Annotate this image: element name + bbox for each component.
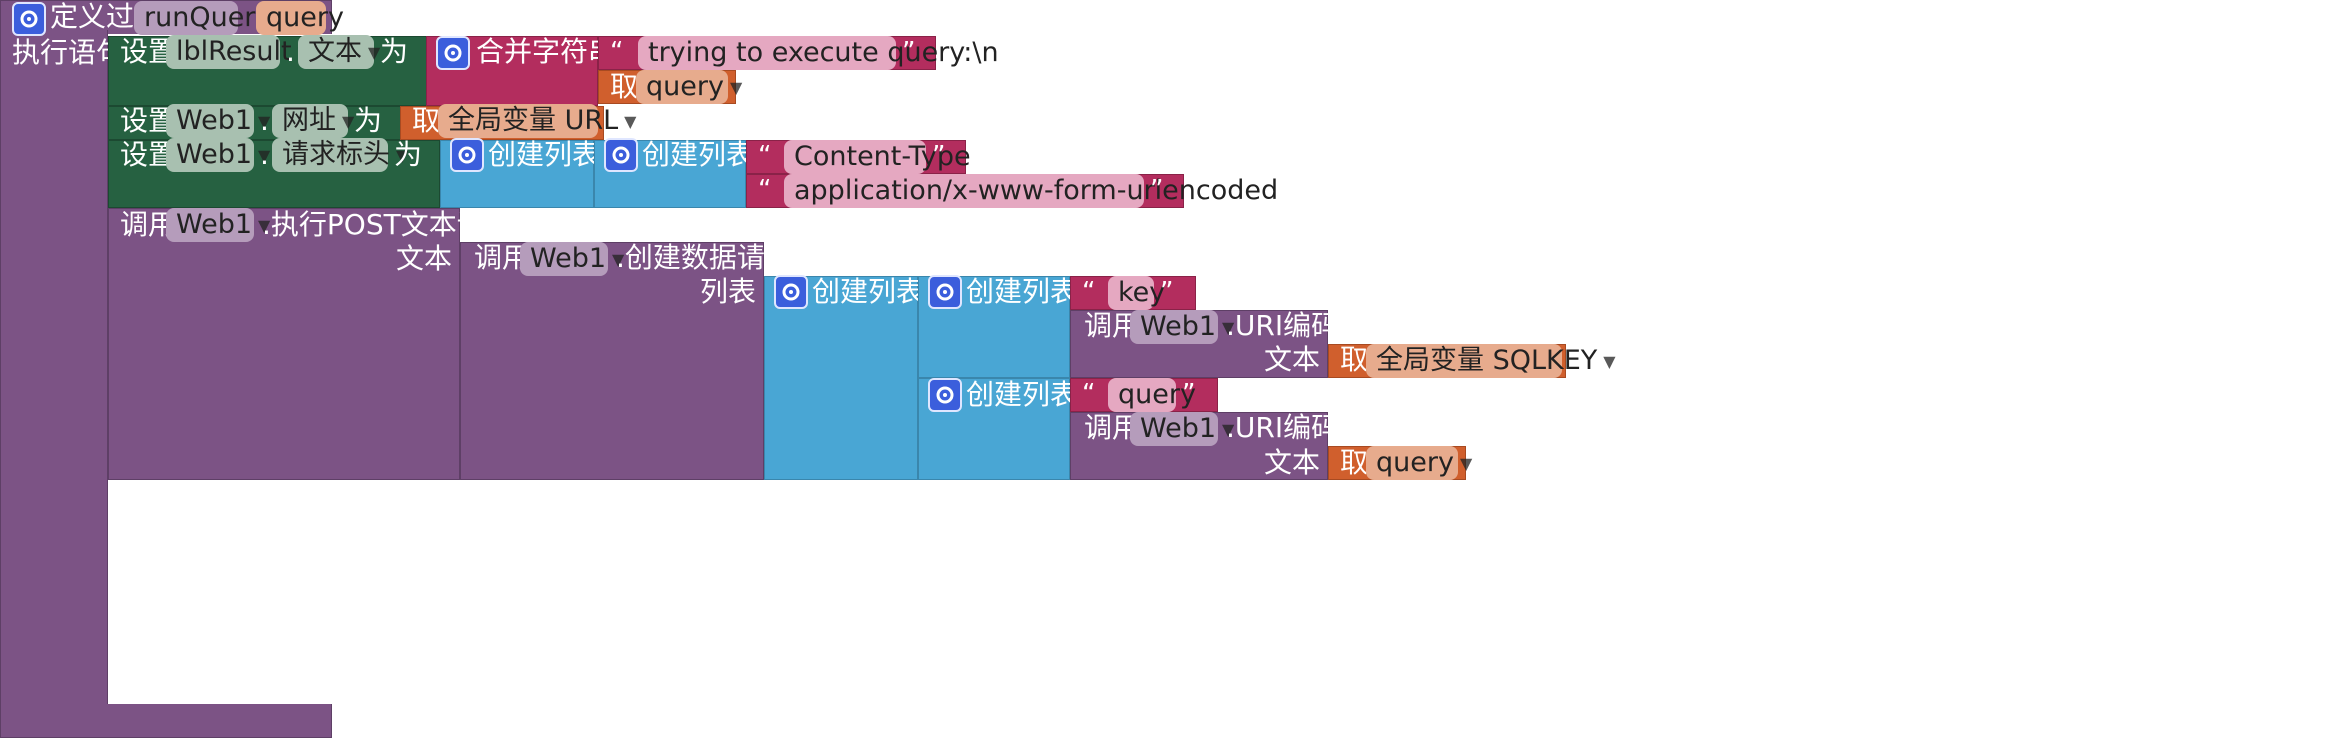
open-quote: “ <box>1082 379 1096 409</box>
make-list-label: 创建列表 <box>642 138 755 171</box>
gear-icon[interactable] <box>12 2 46 36</box>
var-dropdown[interactable]: query ▼ <box>1366 446 1472 480</box>
property-label: 文本 <box>308 36 362 67</box>
var-label: 全局变量 SQLKEY <box>1376 345 1598 376</box>
open-quote: “ <box>610 37 624 67</box>
make-list-label: 创建列表 <box>966 378 1079 411</box>
arg-list-label: 列表 <box>700 275 757 308</box>
close-quote: ” <box>1150 175 1164 205</box>
gear-icon[interactable] <box>604 138 638 172</box>
arg-text-label: 文本 <box>396 242 453 275</box>
gear-icon[interactable] <box>928 275 962 309</box>
component-dropdown[interactable]: Web1 ▼ <box>166 208 270 242</box>
to-label: 为 <box>380 35 409 68</box>
var-dropdown[interactable]: 全局变量 URL ▼ <box>438 104 636 138</box>
property-label: 请求标头 <box>282 139 390 170</box>
text-field[interactable]: query <box>1108 378 1196 412</box>
make-list-label: 创建列表 <box>488 138 601 171</box>
gear-icon[interactable] <box>436 36 470 70</box>
var-label: query <box>1376 447 1454 478</box>
chevron-down-icon: ▼ <box>368 42 381 62</box>
gear-icon[interactable] <box>450 138 484 172</box>
text-field[interactable]: Content-Type <box>784 140 971 174</box>
var-dropdown[interactable]: query ▼ <box>636 70 742 104</box>
component-label: lblResult <box>176 36 292 67</box>
close-quote: ” <box>932 141 946 171</box>
chevron-down-icon: ▼ <box>342 111 355 131</box>
component-dropdown[interactable]: lblResult▼ <box>166 35 310 69</box>
method-label: .URI编码 <box>1226 309 1340 342</box>
var-label: query <box>646 71 724 102</box>
component-label: Web1 <box>1140 311 1217 342</box>
gear-icon[interactable] <box>774 275 808 309</box>
var-label: 全局变量 URL <box>448 105 619 136</box>
make-list-label: 创建列表 <box>812 275 925 308</box>
open-quote: “ <box>758 141 772 171</box>
property-dropdown[interactable]: 文本 ▼ <box>298 35 380 69</box>
component-dropdown[interactable]: Web1 ▼ <box>166 138 270 172</box>
gear-icon[interactable] <box>928 378 962 412</box>
component-label: Web1 <box>176 139 253 170</box>
method-label: .URI编码 <box>1226 411 1340 444</box>
dot-label: . <box>260 104 269 137</box>
chevron-down-icon: ▼ <box>1459 453 1473 473</box>
component-label: Web1 <box>1140 413 1217 444</box>
get-label: 取 <box>1340 343 1369 376</box>
component-dropdown[interactable]: Web1 ▼ <box>1130 310 1234 344</box>
procedure-body <box>0 30 108 738</box>
arg-text-label: 文本 <box>1264 343 1321 376</box>
arg-text-label: 文本 <box>1264 446 1321 479</box>
chevron-down-icon: ▼ <box>624 111 637 131</box>
var-dropdown[interactable]: 全局变量 SQLKEY ▼ <box>1366 344 1616 378</box>
dot-label: . <box>260 138 269 171</box>
to-label: 为 <box>354 104 383 137</box>
chevron-down-icon: ▼ <box>729 77 743 97</box>
dot-label: . <box>286 35 295 68</box>
proc-param-field[interactable]: query <box>256 1 344 35</box>
proc-name-field[interactable]: runQuery <box>134 1 271 35</box>
join-label: 合并字符串 <box>476 35 617 68</box>
property-label: 网址 <box>282 105 336 136</box>
component-dropdown[interactable]: Web1 ▼ <box>166 104 270 138</box>
text-field[interactable]: application/x-www-form-urlencoded <box>784 174 1278 208</box>
property-dropdown[interactable]: 请求标头 ▼ <box>272 138 408 172</box>
method-label: .创建数据请求 <box>616 241 793 274</box>
open-quote: “ <box>758 175 772 205</box>
component-label: Web1 <box>530 243 607 274</box>
close-quote: ” <box>1182 379 1196 409</box>
text-field[interactable]: trying to execute query:\n <box>638 36 999 70</box>
component-dropdown[interactable]: Web1 ▼ <box>520 242 624 276</box>
chevron-down-icon: ▼ <box>1603 351 1616 371</box>
component-label: Web1 <box>176 105 253 136</box>
make-list-label: 创建列表 <box>966 275 1079 308</box>
open-quote: “ <box>1082 277 1096 307</box>
text-field[interactable]: key <box>1108 276 1165 310</box>
to-label: 为 <box>394 138 423 171</box>
component-label: Web1 <box>176 209 253 240</box>
property-dropdown[interactable]: 网址 ▼ <box>272 104 354 138</box>
method-label: .执行POST文本请求 <box>262 208 513 241</box>
get-label: 取 <box>1340 446 1369 479</box>
procedure-footer <box>0 704 332 738</box>
close-quote: ” <box>1160 277 1174 307</box>
close-quote: ” <box>902 37 916 67</box>
get-label: 取 <box>610 70 639 103</box>
get-label: 取 <box>412 104 441 137</box>
component-dropdown[interactable]: Web1 ▼ <box>1130 412 1234 446</box>
